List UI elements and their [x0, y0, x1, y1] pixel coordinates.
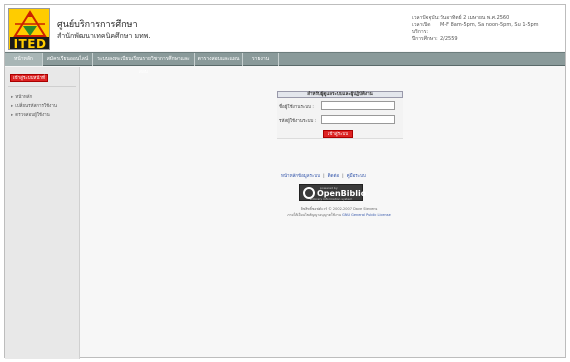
- footer-links: หน้าหลักข้อมูลระบบ | ติดต่อ | คู่มือระบบ: [281, 172, 366, 179]
- tab-online-apply[interactable]: สมัครเรียนออนไลน์: [43, 53, 93, 66]
- sidebar-divider: [8, 86, 76, 87]
- license-line: ภายใต้เงื่อนไขสัญญาอนุญาตใช้งาน GNU Gene…: [277, 212, 401, 218]
- info-value: วันอาทิตย์ 2 เมษายน พ.ศ.2560: [440, 15, 510, 21]
- license-prefix: ภายใต้เงื่อนไขสัญญาอนุญาตใช้งาน: [287, 213, 342, 217]
- logo-text: ITED: [10, 37, 49, 49]
- site-header: ITED ศูนย์บริการการศึกษา สำนักพัฒนาเทคนิ…: [5, 5, 565, 51]
- footer-link-manual[interactable]: คู่มือระบบ: [347, 174, 366, 179]
- info-row-year: ปีการศึกษา: 2/2559: [412, 36, 539, 43]
- sidebar-item-check-user[interactable]: ▸ ตรวจสอบผู้ใช้งาน: [11, 111, 50, 118]
- ited-logo: ITED: [8, 8, 50, 50]
- info-panel: เวลาปัจจุบัน: วันอาทิตย์ 2 เมษายน พ.ศ.25…: [412, 15, 539, 43]
- info-label: เวลาเปิดบริการ:: [412, 22, 431, 35]
- copyright-notice: ลิขสิทธิ์ซอฟต์แวร์ © 2002-2007 Dave Stev…: [277, 206, 401, 218]
- password-input[interactable]: [321, 115, 395, 124]
- tab-exam-schedule[interactable]: ตารางสอบและแผน: [195, 53, 243, 66]
- info-value: 2/2559: [440, 36, 458, 42]
- app-frame: ITED ศูนย์บริการการศึกษา สำนักพัฒนาเทคนิ…: [4, 4, 566, 359]
- footer-link-home[interactable]: หน้าหลักข้อมูลระบบ: [281, 174, 320, 179]
- badge-tagline: a library information system: [309, 197, 353, 201]
- sidebar: เข้าสู่ระบบหน้าที่ ▸ หน้าหลัก ▸ เปลี่ยนรหั…: [5, 67, 80, 359]
- sidebar-item-label: หน้าหลัก: [15, 95, 33, 100]
- info-value: M-F 8am-5pm, Sa noon-5pm, Su 1-5pm: [440, 22, 539, 28]
- sidebar-item-home[interactable]: ▸ หน้าหลัก: [11, 93, 32, 100]
- password-label: รหัสผู้ใช้งานระบบ :: [279, 119, 317, 124]
- sidebar-item-label: ตรวจสอบผู้ใช้งาน: [15, 113, 50, 118]
- tab-reports[interactable]: รายงาน: [243, 53, 279, 66]
- org-subtitle: สำนักพัฒนาเทคนิคศึกษา มทพ.: [57, 32, 151, 40]
- openbiblio-badge[interactable]: powered by OpenBiblio a library informat…: [299, 184, 366, 201]
- logo-emblem-icon: [13, 10, 47, 37]
- org-title: ศูนย์บริการการศึกษา: [57, 20, 138, 30]
- login-divider: [277, 138, 403, 139]
- license-link[interactable]: GNU General Public License: [342, 213, 391, 217]
- username-label: ชื่อผู้ใช้งานระบบ :: [279, 105, 314, 110]
- info-row-hours: เวลาเปิดบริการ: M-F 8am-5pm, Sa noon-5pm…: [412, 22, 539, 36]
- footer-link-contact[interactable]: ติดต่อ: [328, 174, 339, 179]
- main-menu: หน้าหลัก สมัครเรียนออนไลน์ ระบบลงทะเบียน…: [5, 52, 565, 75]
- tab-home[interactable]: หน้าหลัก: [5, 53, 43, 66]
- link-separator: |: [342, 174, 344, 179]
- link-separator: |: [323, 174, 325, 179]
- info-label: ปีการศึกษา:: [412, 36, 438, 42]
- bullet-icon: ▸: [11, 95, 14, 100]
- login-heading: สำหรับผู้ดูแลระบบและผู้ปฏิบัติงาน: [277, 91, 403, 98]
- login-form: สำหรับผู้ดูแลระบบและผู้ปฏิบัติงาน ชื่อผู…: [277, 91, 403, 139]
- bullet-icon: ▸: [11, 113, 14, 118]
- login-submit-button[interactable]: เข้าสู่ระบบ: [323, 130, 353, 138]
- username-input[interactable]: [321, 101, 395, 110]
- info-label: เวลาปัจจุบัน:: [412, 15, 440, 21]
- info-row-date: เวลาปัจจุบัน: วันอาทิตย์ 2 เมษายน พ.ศ.25…: [412, 15, 539, 22]
- sidebar-item-change-password[interactable]: ▸ เปลี่ยนรหัสการใช้งาน: [11, 102, 57, 109]
- bullet-icon: ▸: [11, 104, 14, 109]
- tab-registration[interactable]: ระบบลงทะเบียนเรียนรายวิชาการศึกษาและสอบ: [93, 53, 195, 75]
- staff-login-button[interactable]: เข้าสู่ระบบหน้าที่: [10, 74, 48, 82]
- sidebar-item-label: เปลี่ยนรหัสการใช้งาน: [15, 104, 57, 109]
